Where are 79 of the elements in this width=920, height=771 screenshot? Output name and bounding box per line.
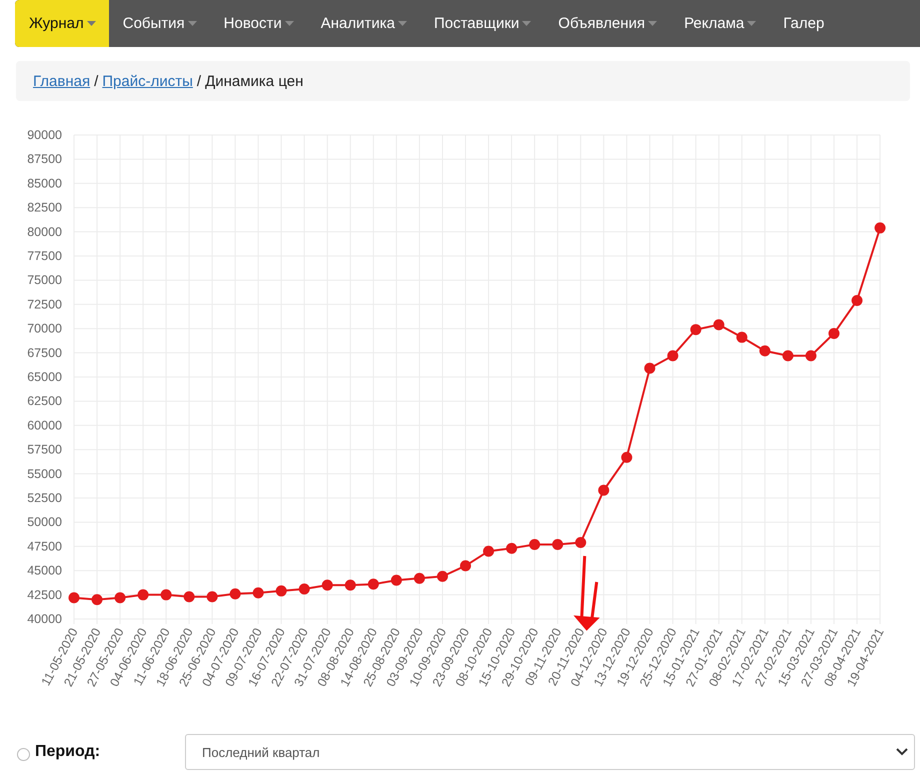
caret-icon bbox=[188, 21, 197, 26]
breadcrumb: Главная / Прайс-листы / Динамика цен bbox=[33, 72, 304, 90]
data-point bbox=[667, 350, 678, 362]
axis-label: 57500 bbox=[27, 442, 62, 457]
caret-icon bbox=[522, 21, 532, 26]
axis-label: 85000 bbox=[27, 176, 62, 190]
axis-label: 80000 bbox=[27, 224, 62, 239]
period-select[interactable]: Последний квартал bbox=[185, 734, 915, 770]
axis-label: 42500 bbox=[27, 588, 62, 602]
data-point bbox=[828, 328, 840, 339]
axis-label: 40000 bbox=[27, 612, 62, 626]
data-point bbox=[322, 580, 333, 591]
data-point bbox=[759, 345, 770, 356]
data-point bbox=[68, 592, 80, 604]
axis-label: 67500 bbox=[27, 346, 62, 360]
data-point bbox=[114, 592, 126, 604]
data-point bbox=[390, 574, 402, 586]
data-point bbox=[736, 332, 748, 343]
axis-label: 87500 bbox=[27, 152, 62, 166]
data-point bbox=[138, 589, 149, 600]
data-point bbox=[782, 350, 794, 362]
nav-tab[interactable]: Галер bbox=[769, 0, 838, 47]
data-point bbox=[460, 560, 471, 572]
axis-label: 55000 bbox=[27, 466, 62, 481]
axis-label: 72500 bbox=[27, 297, 62, 312]
nav-tab[interactable]: События bbox=[108, 0, 210, 47]
axis-label: 52500 bbox=[27, 491, 62, 505]
axis-label: 47500 bbox=[27, 539, 62, 554]
data-point bbox=[598, 484, 610, 496]
nav-tab[interactable]: Реклама bbox=[670, 0, 770, 47]
data-point bbox=[852, 295, 863, 306]
axis-label: 77500 bbox=[27, 249, 62, 263]
axis-label: 70000 bbox=[27, 322, 62, 336]
data-point bbox=[252, 587, 264, 598]
period-label: Период: bbox=[35, 743, 102, 761]
radio-button[interactable] bbox=[17, 748, 30, 760]
breadcrumb-link[interactable]: Главная bbox=[33, 72, 90, 90]
breadcrumb-link[interactable]: Прайс-листы bbox=[102, 72, 193, 90]
data-point bbox=[436, 570, 448, 582]
data-point bbox=[92, 594, 103, 606]
axis-label: 90000 bbox=[27, 128, 62, 142]
caret-icon bbox=[284, 21, 294, 26]
data-point bbox=[874, 222, 886, 234]
data-point bbox=[414, 572, 425, 584]
data-point bbox=[344, 580, 356, 591]
data-point bbox=[298, 584, 310, 594]
nav-tab[interactable]: Новости bbox=[210, 0, 307, 47]
nav-tab[interactable]: Поставщики bbox=[420, 0, 544, 47]
data-point bbox=[552, 538, 564, 550]
data-point bbox=[276, 585, 287, 596]
caret-icon bbox=[86, 21, 96, 26]
data-point bbox=[529, 538, 540, 550]
axis-label: 65000 bbox=[27, 370, 62, 384]
data-point bbox=[160, 589, 172, 600]
data-point bbox=[644, 362, 656, 374]
caret-icon bbox=[398, 21, 407, 26]
nav-tab[interactable]: Объявления bbox=[544, 0, 670, 47]
axis-label: 75000 bbox=[27, 273, 62, 288]
data-point bbox=[575, 537, 586, 548]
caret-icon bbox=[747, 21, 756, 26]
data-point bbox=[230, 588, 241, 600]
data-point bbox=[206, 591, 218, 602]
data-point bbox=[184, 591, 195, 602]
nav-tab[interactable]: Аналитика bbox=[306, 0, 420, 47]
axis-label: 82500 bbox=[27, 200, 62, 215]
chevron-icon bbox=[896, 748, 908, 756]
axis-label: 50000 bbox=[27, 515, 62, 530]
nav-tab[interactable]: Журнал bbox=[15, 0, 109, 47]
data-point bbox=[368, 578, 379, 590]
axis-label: 60000 bbox=[27, 418, 62, 432]
data-point bbox=[621, 452, 632, 463]
axis-label: 62500 bbox=[27, 394, 62, 408]
data-point bbox=[713, 319, 724, 330]
data-point bbox=[506, 542, 518, 554]
caret-icon bbox=[648, 21, 658, 26]
data-point bbox=[483, 546, 494, 557]
data-point bbox=[805, 350, 816, 362]
data-point bbox=[690, 324, 702, 336]
axis-label: 45000 bbox=[27, 564, 62, 578]
